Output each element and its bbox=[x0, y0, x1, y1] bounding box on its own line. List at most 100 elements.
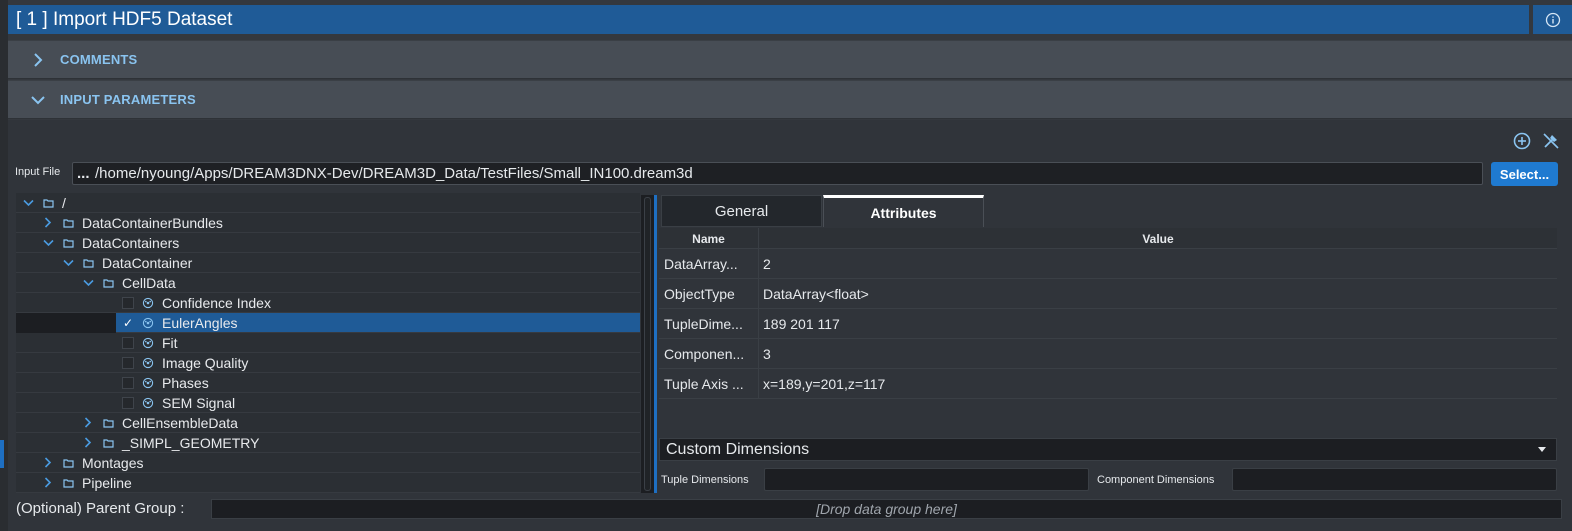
tree-item[interactable]: Pipeline bbox=[16, 473, 640, 493]
tree-item[interactable]: Fit bbox=[16, 333, 640, 353]
input-parameters-label: INPUT PARAMETERS bbox=[60, 92, 196, 107]
tab-general[interactable]: General bbox=[661, 195, 822, 227]
chevron-right-icon[interactable] bbox=[42, 477, 54, 489]
attribute-row[interactable]: TupleDime... 189 201 117 bbox=[659, 309, 1557, 339]
selection-marker bbox=[0, 440, 4, 468]
splitter-grip[interactable] bbox=[644, 197, 651, 491]
tree-item[interactable]: CellEnsembleData bbox=[16, 413, 640, 433]
dataset-icon bbox=[142, 297, 154, 309]
column-header-value[interactable]: Value bbox=[759, 228, 1557, 249]
folder-icon bbox=[62, 457, 74, 469]
tree-item-label: DataContainerBundles bbox=[82, 214, 223, 231]
folder-icon bbox=[62, 237, 74, 249]
folder-icon bbox=[102, 417, 114, 429]
folder-icon bbox=[102, 277, 114, 289]
chevron-down-icon[interactable] bbox=[22, 197, 34, 209]
info-icon bbox=[1545, 12, 1560, 27]
parent-group-drop-zone[interactable]: [Drop data group here] bbox=[211, 499, 1562, 519]
tree-item-label: EulerAngles bbox=[162, 314, 238, 331]
tree-item-label: Fit bbox=[162, 334, 178, 351]
tree-item-label: Phases bbox=[162, 374, 209, 391]
component-dimensions-label: Component Dimensions bbox=[1097, 474, 1215, 486]
tab-attributes[interactable]: Attributes bbox=[823, 195, 984, 227]
tree-item[interactable]: Phases bbox=[16, 373, 640, 393]
attribute-name: DataArray... bbox=[659, 249, 759, 279]
attribute-row[interactable]: DataArray... 2 bbox=[659, 249, 1557, 279]
attributes-table: Name Value DataArray... 2 ObjectType DataAr… bbox=[659, 228, 1557, 400]
select-file-button[interactable]: Select... bbox=[1491, 162, 1558, 186]
dataset-icon bbox=[142, 337, 154, 349]
filter-parameters-window: [ 1 ] Import HDF5 Dataset COMMENTS INPUT… bbox=[0, 0, 1572, 531]
attribute-value: 2 bbox=[763, 256, 771, 272]
attribute-value: DataArray<float> bbox=[763, 286, 869, 302]
tree-item-label: CellData bbox=[122, 274, 176, 291]
left-edge-strip bbox=[0, 0, 8, 531]
dataset-checkbox[interactable] bbox=[122, 396, 134, 409]
attribute-name: TupleDime... bbox=[659, 309, 759, 339]
tree-item[interactable]: Montages bbox=[16, 453, 640, 473]
attribute-name: Componen... bbox=[659, 339, 759, 369]
chevron-right-icon[interactable] bbox=[42, 217, 54, 229]
splitter-accent-line bbox=[654, 195, 657, 493]
tree-item-label: / bbox=[62, 194, 66, 211]
column-header-name[interactable]: Name bbox=[659, 228, 759, 249]
tree-item[interactable]: Confidence Index bbox=[16, 293, 640, 313]
component-dimensions-input[interactable] bbox=[1232, 468, 1557, 491]
tree-item[interactable]: CellData bbox=[16, 273, 640, 293]
tree-item[interactable]: _SIMPL_GEOMETRY bbox=[16, 433, 640, 453]
attribute-value: 3 bbox=[763, 346, 771, 362]
dataset-checkbox[interactable] bbox=[122, 376, 134, 389]
comments-section-header[interactable]: COMMENTS bbox=[8, 40, 1572, 79]
input-file-ellipsis: ... bbox=[77, 165, 90, 182]
filter-title: [ 1 ] Import HDF5 Dataset bbox=[16, 8, 233, 30]
input-file-path: /home/nyoung/Apps/DREAM3DNX-Dev/DREAM3D_… bbox=[95, 165, 693, 182]
tree-item[interactable]: / bbox=[16, 193, 640, 213]
tree-item[interactable]: DataContainerBundles bbox=[16, 213, 640, 233]
dataset-checkbox[interactable] bbox=[122, 296, 134, 309]
custom-dimensions-select[interactable]: Custom Dimensions bbox=[659, 438, 1557, 461]
dataset-checkbox[interactable]: ✓ bbox=[122, 317, 134, 329]
chevron-down-icon[interactable] bbox=[42, 237, 54, 249]
custom-dimensions-value: Custom Dimensions bbox=[666, 440, 810, 458]
chevron-down-icon[interactable] bbox=[82, 277, 94, 289]
tree-item-label: _SIMPL_GEOMETRY bbox=[122, 434, 260, 451]
dataset-icon bbox=[142, 317, 154, 329]
attribute-row[interactable]: Tuple Axis ... x=189,y=201,z=117 bbox=[659, 369, 1557, 399]
folder-icon bbox=[42, 197, 54, 209]
dataset-checkbox[interactable] bbox=[122, 336, 134, 349]
tree-item[interactable]: SEM Signal bbox=[16, 393, 640, 413]
clear-selection-icon[interactable] bbox=[1541, 131, 1561, 151]
tree-item-label: CellEnsembleData bbox=[122, 414, 238, 431]
tuple-dimensions-label: Tuple Dimensions bbox=[661, 474, 749, 486]
input-file-path-field[interactable]: ... /home/nyoung/Apps/DREAM3DNX-Dev/DREA… bbox=[72, 162, 1483, 185]
add-circle-icon[interactable] bbox=[1512, 131, 1532, 151]
tree-item[interactable]: DataContainers bbox=[16, 233, 640, 253]
comments-label: COMMENTS bbox=[60, 52, 138, 67]
chevron-down-icon bbox=[28, 90, 48, 110]
chevron-down-icon[interactable] bbox=[62, 257, 74, 269]
folder-icon bbox=[102, 437, 114, 449]
tuple-dimensions-input[interactable] bbox=[764, 468, 1089, 491]
attribute-value: x=189,y=201,z=117 bbox=[763, 376, 886, 392]
attribute-row[interactable]: Componen... 3 bbox=[659, 339, 1557, 369]
selection-gutter bbox=[16, 313, 116, 333]
tree-item-label: SEM Signal bbox=[162, 394, 236, 411]
chevron-right-icon[interactable] bbox=[42, 457, 54, 469]
tree-item-label: DataContainers bbox=[82, 234, 180, 251]
filter-title-bar: [ 1 ] Import HDF5 Dataset bbox=[8, 5, 1529, 34]
input-parameters-section-header[interactable]: INPUT PARAMETERS bbox=[8, 80, 1572, 119]
hdf5-tree-view: / DataContainerBundles DataContainers DataC… bbox=[16, 193, 640, 493]
chevron-right-icon[interactable] bbox=[82, 437, 94, 449]
splitter-handle[interactable] bbox=[641, 195, 654, 493]
info-button[interactable] bbox=[1533, 5, 1572, 34]
tree-item[interactable]: Image Quality bbox=[16, 353, 640, 373]
dataset-checkbox[interactable] bbox=[122, 356, 134, 369]
attribute-row[interactable]: ObjectType DataArray<float> bbox=[659, 279, 1557, 309]
chevron-right-icon bbox=[28, 50, 48, 70]
attribute-value: 189 201 117 bbox=[763, 316, 840, 332]
tree-item[interactable]: DataContainer bbox=[16, 253, 640, 273]
attribute-name: ObjectType bbox=[659, 279, 759, 309]
chevron-right-icon[interactable] bbox=[82, 417, 94, 429]
tree-item[interactable]: ✓ EulerAngles bbox=[16, 313, 640, 333]
parent-group-label: (Optional) Parent Group : bbox=[16, 500, 185, 517]
